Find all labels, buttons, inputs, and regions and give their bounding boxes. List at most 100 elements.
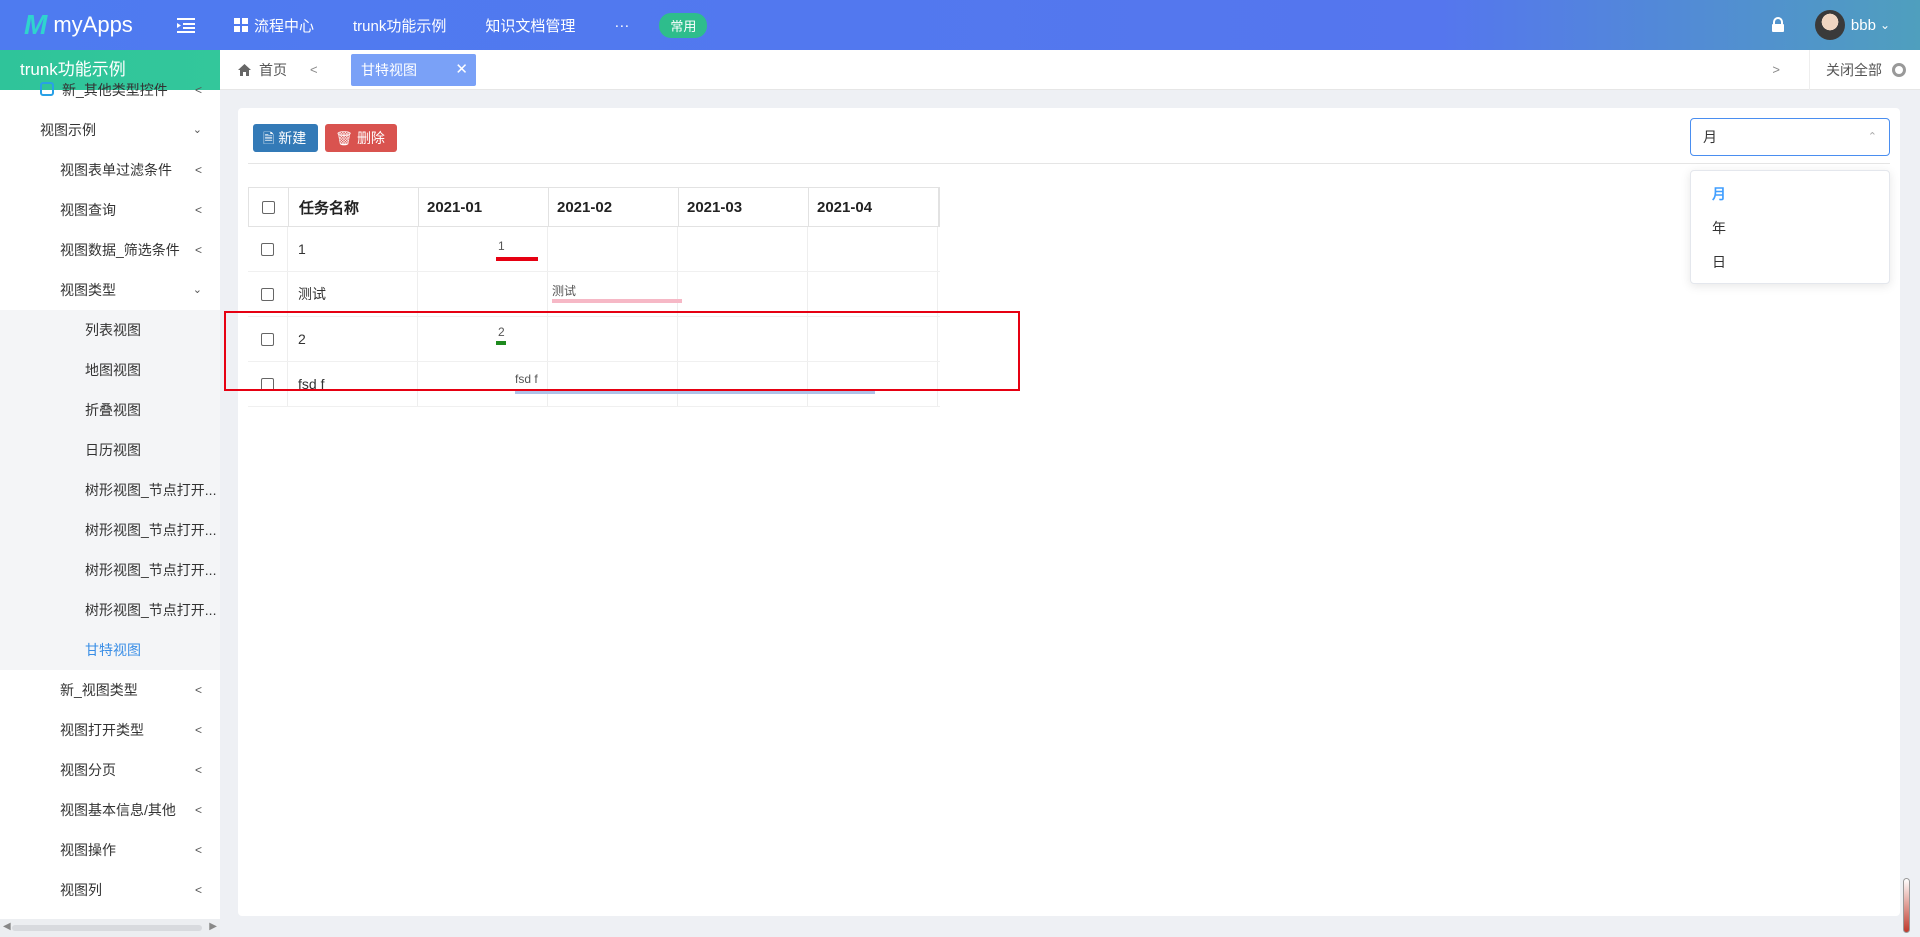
month-cell bbox=[418, 227, 548, 271]
user-name[interactable]: bbb bbox=[1851, 17, 1876, 34]
month-cell bbox=[808, 272, 938, 316]
sidebar-item-label: 地图视图 bbox=[85, 362, 141, 378]
new-button[interactable]: 🗎 新建 bbox=[253, 124, 319, 152]
gantt-header-row: 任务名称 2021-01 2021-02 2021-03 2021-04 bbox=[248, 187, 940, 227]
table-row[interactable]: 1 1 bbox=[248, 227, 940, 272]
sidebar-item-tree-view-4[interactable]: 树形视图_节点打开... bbox=[0, 590, 220, 630]
task-bar[interactable] bbox=[496, 341, 506, 345]
nav-process-center[interactable]: 流程中心 bbox=[234, 15, 314, 36]
chevron-left-icon: < bbox=[194, 683, 202, 697]
sidebar-item-pagination[interactable]: 视图分页 < bbox=[0, 750, 220, 790]
sidebar-item-tree-view-1[interactable]: 树形视图_节点打开... bbox=[0, 470, 220, 510]
month-cell bbox=[808, 317, 938, 361]
header-month: 2021-01 bbox=[419, 188, 549, 226]
menu-toggle-icon[interactable] bbox=[176, 15, 196, 35]
chevron-down-icon[interactable]: ⌄ bbox=[1880, 18, 1890, 32]
scroll-indicator bbox=[1903, 878, 1910, 933]
month-cell bbox=[808, 227, 938, 271]
sidebar-item-new-view-types[interactable]: 新_视图类型 < bbox=[0, 670, 220, 710]
new-button-label: 新建 bbox=[278, 130, 307, 146]
task-bar[interactable] bbox=[552, 299, 682, 303]
sidebar-item-label: 列表视图 bbox=[85, 322, 141, 338]
sidebar-item-map-view[interactable]: 地图视图 bbox=[0, 350, 220, 390]
row-checkbox-cell bbox=[248, 227, 288, 271]
scrollbar-thumb[interactable] bbox=[12, 925, 202, 931]
sidebar-item-tree-view-3[interactable]: 树形视图_节点打开... bbox=[0, 550, 220, 590]
tab-gantt-view[interactable]: 甘特视图 ✕ bbox=[351, 54, 476, 86]
gear-icon[interactable] bbox=[1892, 63, 1906, 77]
chevron-left-icon: < bbox=[194, 163, 202, 177]
app-logo[interactable]: M myApps bbox=[24, 9, 133, 40]
nav-label: 知识文档管理 bbox=[485, 17, 576, 35]
sidebar: trunk功能示例 新_其他类型控件 < 视图示例 ⌄ 视图表单过滤条件 < 视… bbox=[0, 50, 220, 937]
row-checkbox[interactable] bbox=[261, 332, 274, 346]
sidebar-item-fold-view[interactable]: 折叠视图 bbox=[0, 390, 220, 430]
tab-label: 甘特视图 bbox=[361, 62, 417, 78]
tab-home[interactable]: 首页 bbox=[238, 50, 287, 90]
sidebar-item-label: 树形视图_节点打开... bbox=[85, 602, 217, 618]
option-day[interactable]: 日 bbox=[1691, 245, 1889, 279]
table-row[interactable]: 2 2 bbox=[248, 317, 940, 362]
delete-button[interactable]: 🗑 删除 bbox=[325, 124, 397, 152]
sidebar-item-view-columns[interactable]: 视图列 < bbox=[0, 870, 220, 910]
content-card: 🗎 新建 🗑 删除 月 ⌃ 月 年 日 任务名称 2021-01 2021-02 2… bbox=[224, 108, 1900, 916]
sidebar-item-view-examples[interactable]: 视图示例 ⌄ bbox=[0, 110, 220, 150]
task-bar[interactable] bbox=[496, 257, 538, 261]
sidebar-item-label: 视图基本信息/其他 bbox=[60, 802, 176, 818]
sidebar-item-view-actions[interactable]: 视图操作 < bbox=[0, 830, 220, 870]
home-icon bbox=[238, 64, 251, 76]
row-checkbox-cell bbox=[248, 317, 288, 361]
scroll-left-icon[interactable]: ◀ bbox=[3, 921, 11, 932]
trash-icon: 🗑 bbox=[335, 130, 353, 146]
table-row[interactable]: fsd f fsd f bbox=[248, 362, 940, 407]
row-checkbox[interactable] bbox=[261, 287, 274, 301]
select-all-checkbox[interactable] bbox=[262, 200, 275, 214]
logo-mark: M bbox=[24, 9, 47, 40]
task-name: 测试 bbox=[288, 272, 418, 316]
sidebar-item-label: 日历视图 bbox=[85, 442, 141, 458]
sidebar-item-calendar-view[interactable]: 日历视图 bbox=[0, 430, 220, 470]
option-year[interactable]: 年 bbox=[1691, 211, 1889, 245]
chevron-left-icon[interactable]: < bbox=[310, 62, 318, 77]
sidebar-item-label: 视图操作 bbox=[60, 842, 116, 858]
row-checkbox[interactable] bbox=[261, 377, 274, 391]
view-mode-select[interactable]: 月 ⌃ bbox=[1690, 118, 1890, 156]
sidebar-item-open-types[interactable]: 视图打开类型 < bbox=[0, 710, 220, 750]
chevron-right-icon[interactable]: > bbox=[1772, 62, 1780, 77]
row-checkbox-cell bbox=[248, 272, 288, 316]
sidebar-item-form-filter[interactable]: 视图表单过滤条件 < bbox=[0, 150, 220, 190]
sidebar-item-view-types[interactable]: 视图类型 ⌄ bbox=[0, 270, 220, 310]
sidebar-item-label: 折叠视图 bbox=[85, 402, 141, 418]
grid-icon bbox=[234, 18, 248, 32]
chevron-left-icon: < bbox=[194, 763, 202, 777]
sidebar-item-other-controls[interactable]: 新_其他类型控件 < bbox=[0, 80, 220, 100]
avatar[interactable] bbox=[1814, 10, 1845, 40]
lock-icon[interactable] bbox=[1771, 17, 1785, 33]
nav-knowledge-docs[interactable]: 知识文档管理 bbox=[485, 15, 575, 36]
month-cell bbox=[678, 272, 808, 316]
sidebar-item-tree-view-2[interactable]: 树形视图_节点打开... bbox=[0, 510, 220, 550]
control-icon bbox=[40, 82, 54, 97]
sidebar-item-label: 树形视图_节点打开... bbox=[85, 562, 217, 578]
close-all-button[interactable]: 关闭全部 bbox=[1809, 50, 1882, 90]
sidebar-item-basic-info[interactable]: 视图基本信息/其他 < bbox=[0, 790, 220, 830]
sidebar-scrollbar[interactable]: ◀ ▶ bbox=[0, 919, 220, 937]
nav-trunk-demo[interactable]: trunk功能示例 bbox=[353, 15, 446, 36]
sidebar-item-gantt-view[interactable]: 甘特视图 bbox=[0, 630, 220, 670]
sidebar-item-view-query[interactable]: 视图查询 < bbox=[0, 190, 220, 230]
sidebar-item-list-view[interactable]: 列表视图 bbox=[0, 310, 220, 350]
sidebar-item-label: 视图数据_筛选条件 bbox=[60, 242, 180, 258]
chevron-left-icon: < bbox=[194, 203, 202, 217]
close-icon[interactable]: ✕ bbox=[455, 54, 468, 86]
more-menu-icon[interactable]: ··· bbox=[614, 17, 629, 34]
nav-label: 流程中心 bbox=[254, 17, 315, 35]
sidebar-item-data-filter[interactable]: 视图数据_筛选条件 < bbox=[0, 230, 220, 270]
option-month[interactable]: 月 bbox=[1691, 177, 1889, 211]
sidebar-item-label: 甘特视图 bbox=[85, 642, 141, 658]
favorites-pill[interactable]: 常用 bbox=[659, 12, 708, 38]
scroll-right-icon[interactable]: ▶ bbox=[209, 921, 217, 932]
month-cell bbox=[678, 362, 808, 406]
table-row[interactable]: 测试 测试 bbox=[248, 272, 940, 317]
task-bar[interactable] bbox=[515, 390, 875, 394]
row-checkbox[interactable] bbox=[261, 242, 274, 256]
